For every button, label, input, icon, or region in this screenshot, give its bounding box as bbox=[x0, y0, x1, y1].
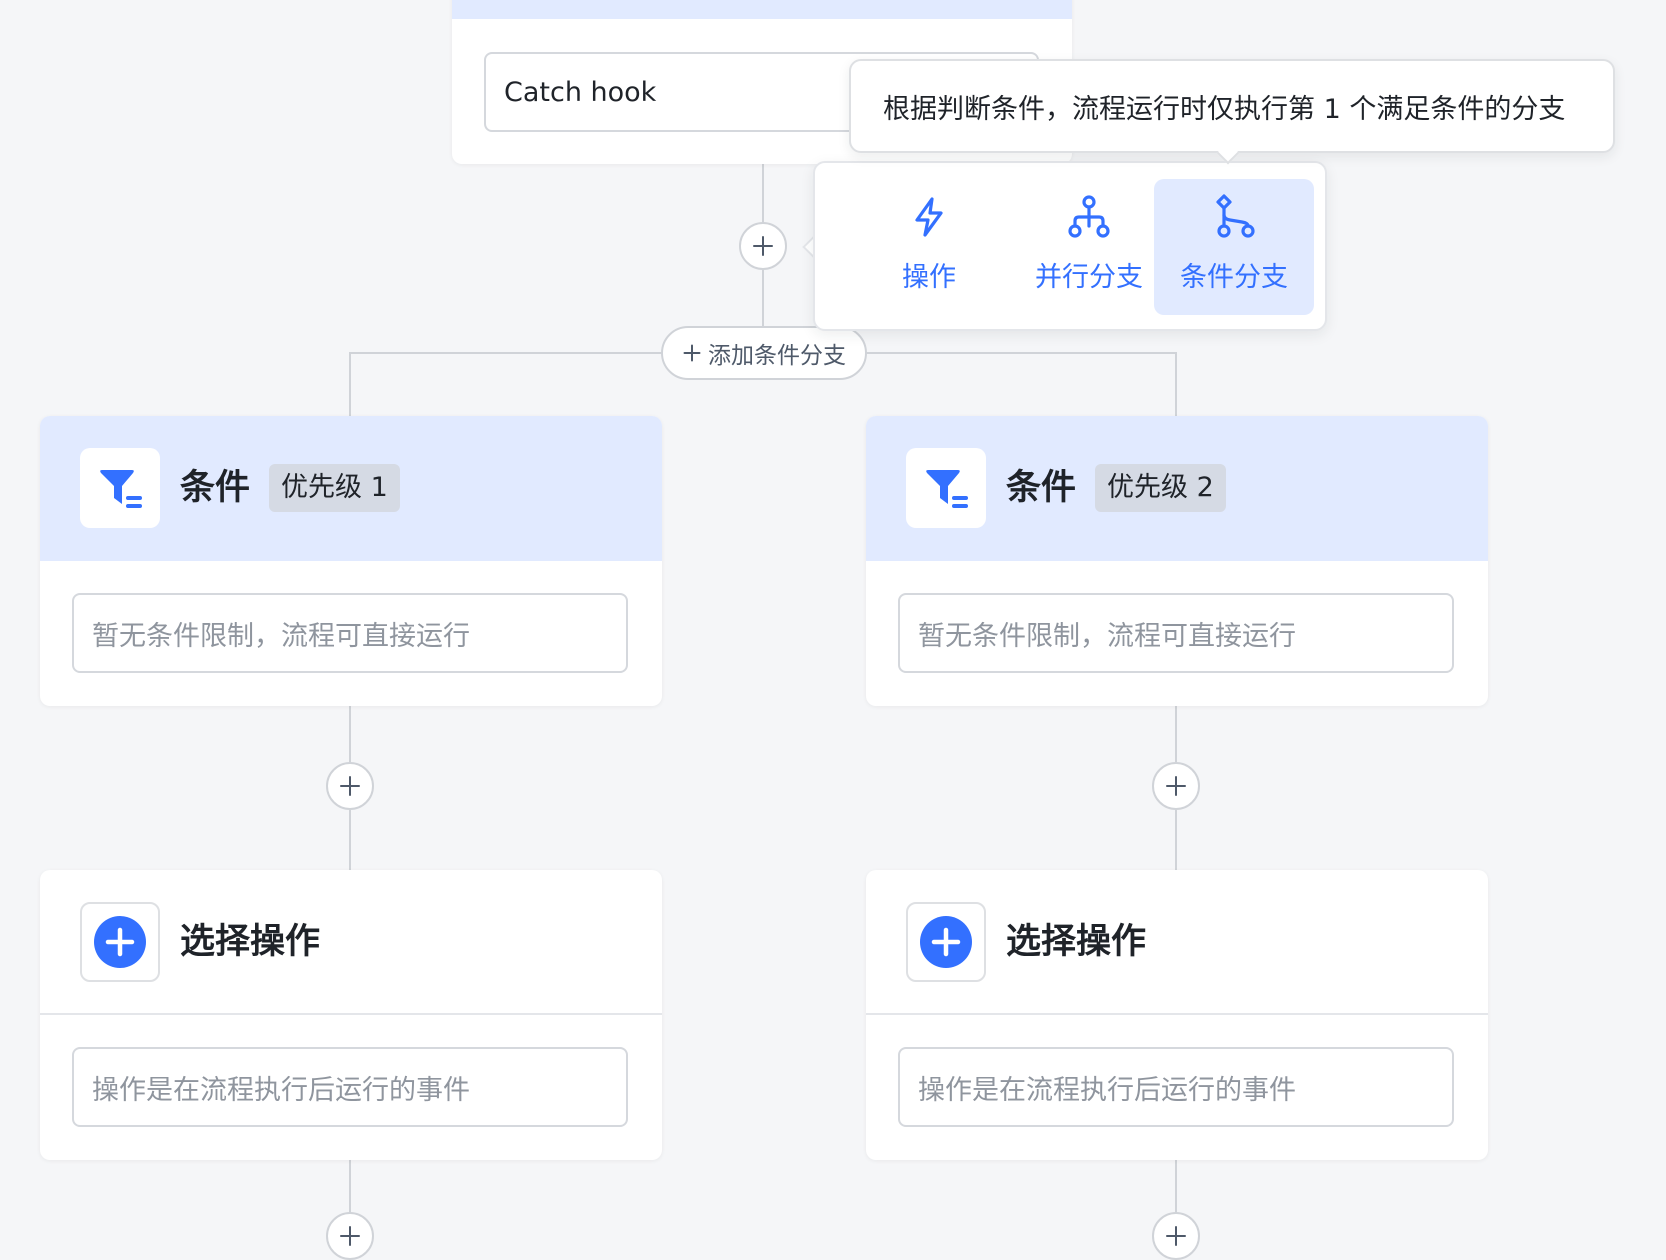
condition-title: 条件 bbox=[1006, 468, 1077, 508]
plus-icon bbox=[340, 776, 360, 796]
add-step-button-left[interactable] bbox=[326, 762, 374, 810]
condition-placeholder: 暂无条件限制，流程可直接运行 bbox=[92, 620, 470, 652]
condition-field[interactable]: 暂无条件限制，流程可直接运行 bbox=[898, 593, 1454, 673]
action-card-header: 选择操作 bbox=[40, 870, 662, 1015]
menu-option-action[interactable]: 操作 bbox=[849, 179, 1009, 315]
add-step-button-right-bottom[interactable] bbox=[1152, 1212, 1200, 1260]
connector-left-action-down bbox=[349, 1158, 351, 1214]
plus-icon bbox=[340, 1226, 360, 1246]
priority-tag: 优先级 1 bbox=[269, 464, 400, 512]
tooltip-text: 根据判断条件，流程运行时仅执行第 1 个满足条件的分支 bbox=[883, 93, 1566, 125]
action-card-header: 选择操作 bbox=[866, 870, 1488, 1015]
add-step-button-main[interactable] bbox=[739, 222, 787, 270]
condition-field[interactable]: 暂无条件限制，流程可直接运行 bbox=[72, 593, 628, 673]
action-icon-tile bbox=[906, 902, 986, 982]
menu-option-condition-branch[interactable]: 条件分支 bbox=[1154, 179, 1314, 315]
add-condition-branch-button[interactable]: 添加条件分支 bbox=[661, 326, 867, 380]
condition-icon-tile bbox=[906, 448, 986, 528]
add-circle-icon bbox=[94, 916, 146, 968]
condition-card-header: 条件 优先级 1 bbox=[40, 416, 662, 561]
condition-title: 条件 bbox=[180, 468, 251, 508]
action-placeholder: 操作是在流程执行后运行的事件 bbox=[918, 1074, 1296, 1106]
branch-type-menu: 操作 并行分支 条件分支 bbox=[813, 161, 1327, 331]
priority-tag: 优先级 2 bbox=[1095, 464, 1226, 512]
action-field[interactable]: 操作是在流程执行后运行的事件 bbox=[898, 1047, 1454, 1127]
condition-placeholder: 暂无条件限制，流程可直接运行 bbox=[918, 620, 1296, 652]
connector-right-plus-to-action bbox=[1175, 810, 1177, 870]
condition-card-header: 条件 优先级 2 bbox=[866, 416, 1488, 561]
menu-option-parallel-branch-label: 并行分支 bbox=[1035, 262, 1143, 293]
action-placeholder: 操作是在流程执行后运行的事件 bbox=[92, 1074, 470, 1106]
condition-branch-tooltip: 根据判断条件，流程运行时仅执行第 1 个满足条件的分支 bbox=[849, 59, 1615, 153]
action-title: 选择操作 bbox=[1006, 922, 1147, 962]
filter-icon bbox=[100, 470, 142, 508]
condition-branch-icon bbox=[1216, 194, 1255, 238]
action-card-1[interactable]: 选择操作 操作是在流程执行后运行的事件 bbox=[40, 870, 662, 1160]
plus-icon bbox=[1166, 1226, 1186, 1246]
condition-card-1[interactable]: 条件 优先级 1 暂无条件限制，流程可直接运行 bbox=[40, 416, 662, 706]
plus-icon bbox=[753, 236, 773, 256]
parallel-branch-icon bbox=[1068, 195, 1110, 238]
filter-icon bbox=[926, 470, 968, 508]
action-field[interactable]: 操作是在流程执行后运行的事件 bbox=[72, 1047, 628, 1127]
connector-trigger-to-plus bbox=[762, 164, 764, 224]
add-circle-icon bbox=[920, 916, 972, 968]
connector-split-right-down bbox=[1175, 352, 1177, 416]
connector-split-left-down bbox=[349, 352, 351, 416]
plus-icon bbox=[683, 344, 701, 362]
condition-card-2[interactable]: 条件 优先级 2 暂无条件限制，流程可直接运行 bbox=[866, 416, 1488, 706]
action-icon-tile bbox=[80, 902, 160, 982]
connector-left-plus-to-action bbox=[349, 810, 351, 870]
trigger-card-header bbox=[452, 0, 1072, 19]
connector-right-action-down bbox=[1175, 1158, 1177, 1214]
menu-option-parallel-branch[interactable]: 并行分支 bbox=[1009, 179, 1169, 315]
add-step-button-left-bottom[interactable] bbox=[326, 1212, 374, 1260]
condition-icon-tile bbox=[80, 448, 160, 528]
connector-left-condition-to-plus bbox=[349, 706, 351, 762]
action-card-2[interactable]: 选择操作 操作是在流程执行后运行的事件 bbox=[866, 870, 1488, 1160]
plus-icon bbox=[1166, 776, 1186, 796]
lightning-icon bbox=[915, 197, 943, 237]
menu-option-condition-branch-label: 条件分支 bbox=[1180, 262, 1288, 293]
action-title: 选择操作 bbox=[180, 922, 321, 962]
menu-option-action-label: 操作 bbox=[902, 262, 956, 293]
connector-right-condition-to-plus bbox=[1175, 706, 1177, 762]
add-condition-branch-label: 添加条件分支 bbox=[708, 343, 846, 369]
trigger-event-value: Catch hook bbox=[504, 76, 657, 108]
add-step-button-right[interactable] bbox=[1152, 762, 1200, 810]
